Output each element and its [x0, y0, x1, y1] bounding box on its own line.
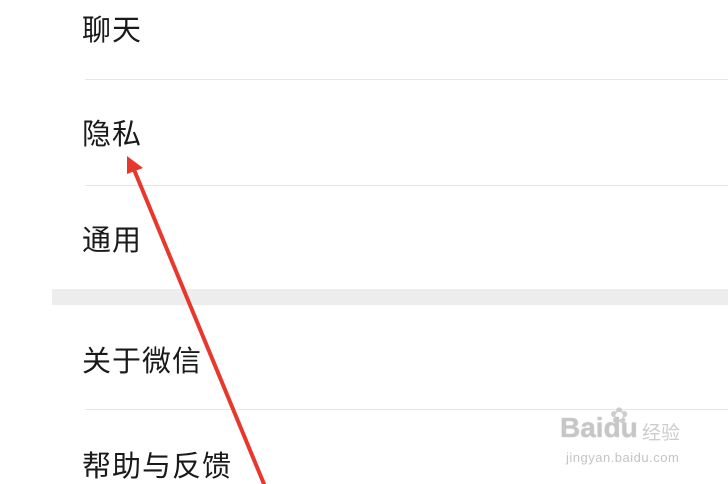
settings-item-about[interactable]: 关于微信	[52, 305, 728, 409]
section-separator	[52, 289, 728, 305]
watermark-url: jingyan.baidu.com	[566, 450, 680, 465]
settings-item-label: 聊天	[82, 13, 143, 47]
settings-item-general[interactable]: 通用	[52, 186, 728, 289]
settings-item-label: 隐私	[82, 117, 143, 151]
left-margin	[0, 0, 52, 484]
watermark: Baidu ✿ 经验 jingyan.baidu.com	[560, 404, 720, 470]
settings-item-label: 帮助与反馈	[82, 449, 233, 483]
settings-item-label: 通用	[82, 223, 143, 257]
settings-item-label: 关于微信	[82, 344, 203, 378]
paw-icon: ✿	[610, 404, 629, 429]
watermark-sub: 经验	[642, 422, 681, 444]
settings-item-chat[interactable]: 聊天	[52, 0, 728, 80]
settings-item-privacy[interactable]: 隐私	[52, 80, 728, 185]
